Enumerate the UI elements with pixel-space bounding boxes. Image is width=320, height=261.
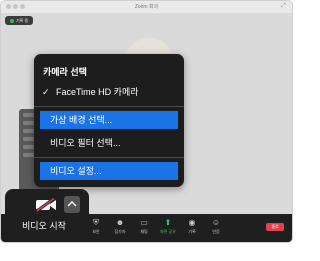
status-label: 기록 중 [16, 18, 29, 23]
share-screen-icon: ⬆ [164, 218, 172, 227]
toolbar-item-chat[interactable]: ▭ 채팅 [133, 217, 155, 239]
menu-header: 카메라 선택 [43, 67, 87, 77]
toolbar-item-share-screen[interactable]: ⬆ 화면 공유 [157, 217, 179, 239]
menu-item-label: 비디오 설정... [50, 166, 102, 176]
menu-item-label: FaceTime HD 카메라 [56, 87, 139, 97]
status-badge: 기록 중 [5, 16, 34, 25]
toolbar-item-label: 화면 공유 [160, 229, 176, 234]
start-video-button[interactable]: 비디오 시작 [5, 189, 66, 241]
reactions-icon: ☺ [211, 218, 221, 227]
toolbar-item-reactions[interactable]: ☺ 반응 [205, 217, 227, 239]
start-video-label: 비디오 시작 [22, 221, 66, 231]
menu-item-video-settings[interactable]: 비디오 설정... [40, 162, 178, 180]
video-control: 비디오 시작 [5, 189, 89, 241]
camera-menu: 카메라 선택 ✓ FaceTime HD 카메라 가상 배경 선택... 비디오… [34, 54, 184, 187]
toolbar-item-label: 채팅 [140, 229, 148, 234]
chat-icon: ▭ [140, 218, 148, 227]
menu-separator [34, 157, 184, 158]
fullscreen-icon[interactable]: ⤢ [281, 3, 287, 9]
menu-item-facetime-camera[interactable]: ✓ FaceTime HD 카메라 [40, 83, 178, 101]
toolbar-item-record[interactable]: ◉ 기록 [181, 217, 203, 239]
menu-item-video-filter[interactable]: 비디오 필터 선택... [40, 134, 178, 152]
menu-separator [34, 106, 184, 107]
menu-item-label: 가상 배경 선택... [50, 115, 113, 125]
toolbar-item-label: 반응 [212, 229, 220, 234]
video-options-button[interactable] [64, 196, 80, 213]
status-dot-icon [10, 18, 14, 23]
end-meeting-button[interactable]: 종료 [266, 223, 284, 231]
menu-item-virtual-background[interactable]: 가상 배경 선택... [40, 111, 178, 129]
video-off-icon [36, 198, 56, 212]
toolbar-item-participants[interactable]: ☻ 참가자 [109, 217, 131, 239]
toolbar-item-label: 기록 [188, 229, 196, 234]
toolbar-item-label: 참가자 [114, 229, 126, 234]
chevron-up-icon [67, 200, 77, 207]
checkmark-icon: ✓ [42, 87, 50, 97]
participants-icon: ☻ [115, 218, 125, 227]
menu-item-label: 비디오 필터 선택... [50, 138, 121, 148]
toolbar-item-label: 보안 [92, 229, 100, 234]
window-title: Zoom 회의 [134, 4, 159, 10]
record-icon: ◉ [188, 218, 196, 227]
